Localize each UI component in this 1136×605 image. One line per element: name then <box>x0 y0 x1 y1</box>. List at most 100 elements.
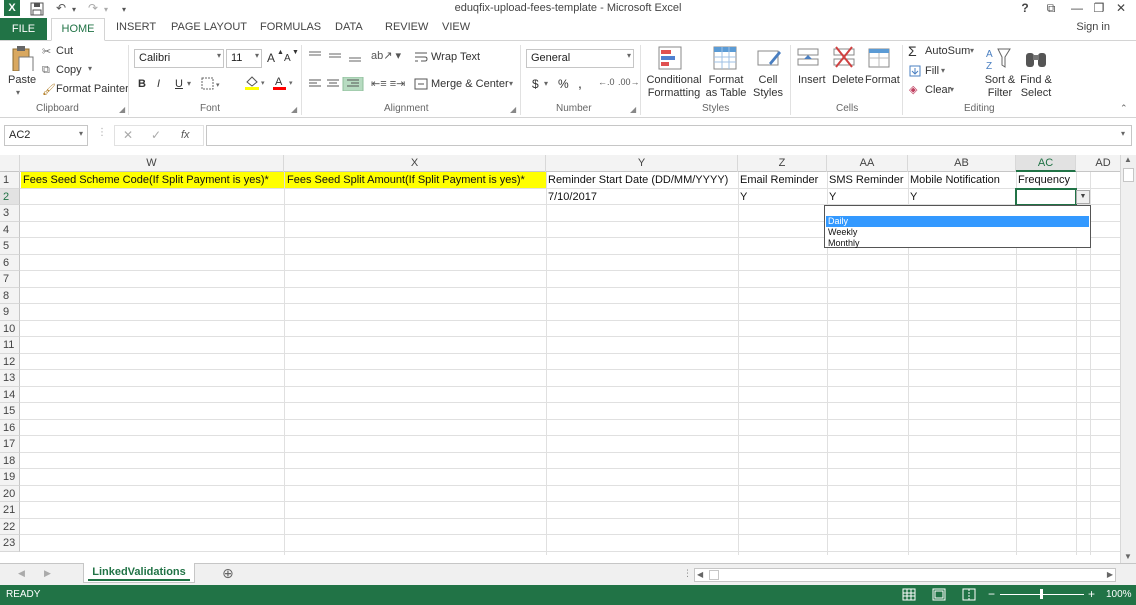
row-header-20[interactable]: 20 <box>0 485 20 502</box>
select-all-corner[interactable] <box>0 155 20 172</box>
percent-button[interactable]: % <box>558 77 569 91</box>
row-header-14[interactable]: 14 <box>0 386 20 403</box>
italic-button[interactable]: I <box>157 78 160 90</box>
clipboard-launcher-icon[interactable]: ◢ <box>119 105 125 114</box>
font-color-icon[interactable]: A ▾ <box>272 75 296 91</box>
cell-w1[interactable]: Fees Seed Scheme Code(If Split Payment i… <box>21 172 284 188</box>
page-break-view-icon[interactable] <box>962 588 976 601</box>
column-header-ac[interactable]: AC <box>1016 155 1076 172</box>
column-header-aa[interactable]: AA <box>827 155 908 172</box>
paste-icon[interactable] <box>8 45 36 71</box>
sign-in-link[interactable]: Sign in <box>1076 21 1110 33</box>
currency-dropdown-icon[interactable]: ▾ <box>544 79 548 88</box>
clear-button[interactable]: Clear <box>925 84 951 96</box>
tab-file[interactable]: FILE <box>0 18 47 40</box>
shrink-font-button[interactable]: A <box>284 53 291 64</box>
conditional-formatting-button[interactable]: Conditional Formatting <box>646 74 702 100</box>
fill-color-icon[interactable]: ▾ <box>244 75 268 91</box>
tab-insert[interactable]: INSERT <box>116 21 156 33</box>
column-header-y[interactable]: Y <box>546 155 738 172</box>
row-header-22[interactable]: 22 <box>0 518 20 535</box>
tab-review[interactable]: REVIEW <box>385 21 428 33</box>
row-header-6[interactable]: 6 <box>0 254 20 271</box>
horizontal-align-icons[interactable] <box>307 77 365 91</box>
cell-y1[interactable]: Reminder Start Date (DD/MM/YYYY) <box>546 172 738 188</box>
normal-view-icon[interactable] <box>902 588 916 601</box>
decrease-decimal-icon[interactable]: .00→ <box>618 77 640 87</box>
row-header-19[interactable]: 19 <box>0 469 20 486</box>
collapse-ribbon-icon[interactable]: ⌃ <box>1120 103 1128 114</box>
zoom-out-icon[interactable]: − <box>988 587 995 601</box>
underline-button[interactable]: U <box>175 78 183 90</box>
underline-dropdown-icon[interactable]: ▾ <box>187 79 191 88</box>
insert-function-button[interactable]: fx <box>181 129 190 141</box>
zoom-level[interactable]: 100% <box>1106 589 1132 600</box>
cell-aa2[interactable]: Y <box>827 189 908 205</box>
cell-z1[interactable]: Email Reminder <box>738 172 827 188</box>
format-painter-button[interactable]: Format Painter <box>56 83 129 95</box>
row-header-1[interactable]: 1 <box>0 172 20 189</box>
tab-page-layout[interactable]: PAGE LAYOUT <box>171 21 247 33</box>
cell-y2[interactable]: 7/10/2017 <box>546 189 738 205</box>
close-button[interactable]: ✕ <box>1108 0 1134 17</box>
row-header-15[interactable]: 15 <box>0 403 20 420</box>
cut-button[interactable]: Cut <box>56 45 73 57</box>
zoom-in-icon[interactable]: + <box>1088 587 1095 601</box>
sort-filter-button[interactable]: Sort & Filter <box>980 74 1020 100</box>
cancel-entry-icon[interactable]: ✕ <box>123 128 133 142</box>
autosum-dropdown-icon[interactable]: ▾ <box>970 46 974 55</box>
bold-button[interactable]: B <box>138 78 146 90</box>
merge-center-button[interactable]: Merge & Center <box>431 78 509 90</box>
insert-button[interactable]: Insert <box>798 74 826 86</box>
row-header-3[interactable]: 3 <box>0 205 20 222</box>
cell-ab1[interactable]: Mobile Notification <box>908 172 1016 188</box>
dropdown-option-monthly[interactable]: Monthly <box>826 238 1089 249</box>
scroll-right-icon[interactable]: ▶ <box>1107 570 1113 579</box>
vertical-scroll-thumb[interactable] <box>1123 168 1134 182</box>
row-header-23[interactable]: 23 <box>0 535 20 552</box>
horizontal-scroll-thumb[interactable] <box>709 570 719 580</box>
spreadsheet-grid[interactable]: W X Y Z AA AB AC AD 1 2 3 4 5 6 7 8 9 10 11 12 13 14 1… <box>0 155 1120 555</box>
row-header-21[interactable]: 21 <box>0 502 20 519</box>
tab-split-grip-icon[interactable]: ⋮ <box>683 568 692 579</box>
scroll-down-icon[interactable]: ▼ <box>1124 552 1132 561</box>
row-header-11[interactable]: 11 <box>0 337 20 354</box>
font-name-select[interactable]: Calibri ▾ <box>134 49 224 68</box>
row-header-13[interactable]: 13 <box>0 370 20 387</box>
tab-data[interactable]: DATA <box>335 21 363 33</box>
row-header-10[interactable]: 10 <box>0 320 20 337</box>
alignment-launcher-icon[interactable]: ◢ <box>510 105 516 114</box>
validation-dropdown-button[interactable]: ▼ <box>1076 190 1090 204</box>
tab-view[interactable]: VIEW <box>442 21 470 33</box>
column-header-x[interactable]: X <box>284 155 546 172</box>
currency-button[interactable]: $ <box>532 77 539 91</box>
cell-ac1[interactable]: Frequency <box>1016 172 1076 188</box>
row-header-17[interactable]: 17 <box>0 436 20 453</box>
prev-sheet-icon[interactable]: ◀ <box>18 568 25 579</box>
borders-icon[interactable]: ▾ <box>201 77 223 91</box>
dropdown-option-weekly[interactable]: Weekly <box>826 227 1089 238</box>
tab-formulas[interactable]: FORMULAS <box>260 21 321 33</box>
fill-button[interactable]: Fill <box>925 65 939 77</box>
cell-ab2[interactable]: Y <box>908 189 1016 205</box>
row-header-8[interactable]: 8 <box>0 287 20 304</box>
next-sheet-icon[interactable]: ▶ <box>44 568 51 579</box>
name-box[interactable]: AC2 ▾ <box>4 125 88 146</box>
column-header-w[interactable]: W <box>20 155 284 172</box>
add-sheet-icon[interactable]: ⊕ <box>222 565 234 582</box>
vertical-align-icons[interactable] <box>307 49 365 63</box>
comma-button[interactable]: , <box>578 75 582 91</box>
zoom-slider-thumb[interactable] <box>1040 589 1043 599</box>
cell-x1[interactable]: Fees Seed Split Amount(If Split Payment … <box>285 172 546 188</box>
orientation-icon[interactable]: ab↗ ▾ <box>371 49 401 62</box>
font-size-select[interactable]: 11 ▾ <box>226 49 262 68</box>
font-launcher-icon[interactable]: ◢ <box>291 105 297 114</box>
column-header-ad[interactable]: AD <box>1076 155 1120 172</box>
column-header-z[interactable]: Z <box>738 155 827 172</box>
formula-input[interactable] <box>206 125 1132 146</box>
fill-dropdown-icon[interactable]: ▾ <box>941 66 945 75</box>
merge-dropdown-icon[interactable]: ▾ <box>509 79 513 88</box>
active-cell-ac2[interactable] <box>1015 188 1077 206</box>
confirm-entry-icon[interactable]: ✓ <box>151 128 161 142</box>
find-select-button[interactable]: Find & Select <box>1016 74 1056 100</box>
